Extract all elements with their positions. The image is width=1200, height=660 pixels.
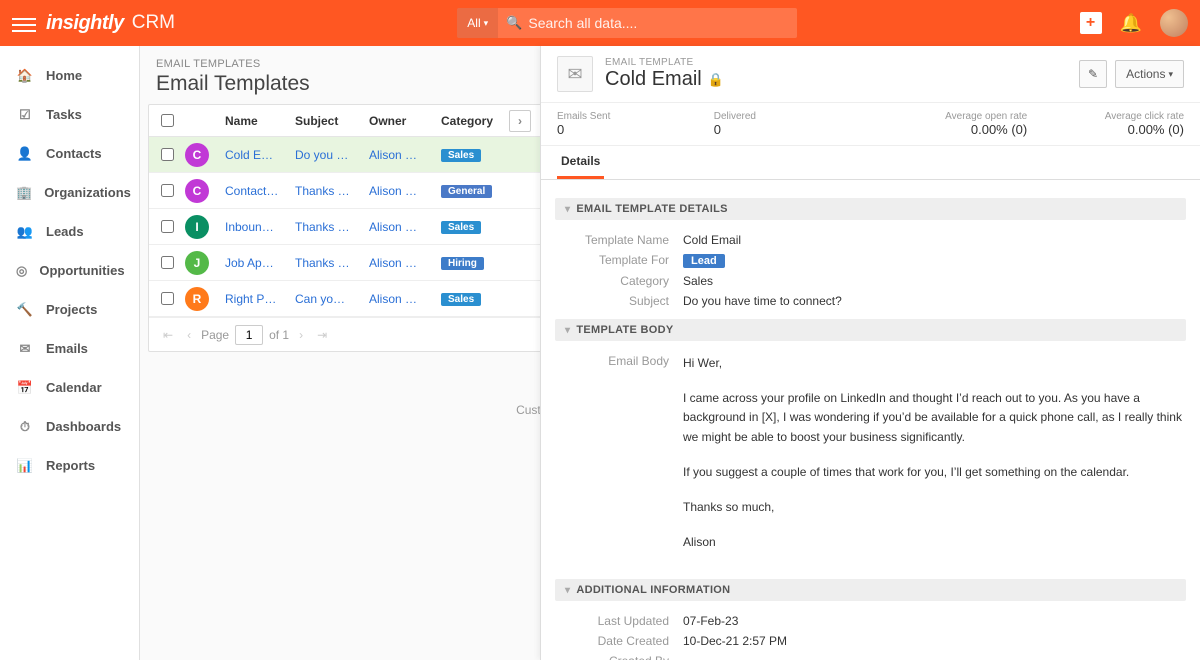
lock-icon: 🔒 xyxy=(708,72,724,88)
home-icon: 🏠 xyxy=(16,67,34,85)
gauge-icon: ⏱ xyxy=(16,418,34,436)
nav-opportunities[interactable]: ◎Opportunities xyxy=(0,251,139,290)
check-icon: ☑ xyxy=(16,106,34,124)
envelope-icon: ✉ xyxy=(557,56,593,92)
pager-prev[interactable]: ‹ xyxy=(183,326,195,344)
chevron-down-icon: ▾ xyxy=(484,18,489,29)
nav-projects[interactable]: 🔨Projects xyxy=(0,290,139,329)
row-checkbox[interactable] xyxy=(161,148,174,161)
row-subject[interactable]: Do you … xyxy=(295,148,369,162)
category-pill: Hiring xyxy=(441,257,484,270)
search-scope-button[interactable]: All ▾ xyxy=(457,8,498,38)
tab-details[interactable]: Details xyxy=(557,146,604,179)
category-pill: General xyxy=(441,185,492,198)
nav-emails[interactable]: ✉Emails xyxy=(0,329,139,368)
nav-leads[interactable]: 👥Leads xyxy=(0,212,139,251)
stats-row: Emails Sent0 Delivered0 Average open rat… xyxy=(541,103,1200,146)
chart-icon: 📊 xyxy=(16,457,34,475)
detail-title: Cold Email🔒 xyxy=(605,68,1067,91)
row-avatar: R xyxy=(185,287,209,311)
col-category[interactable]: Category xyxy=(441,114,505,128)
detail-kicker: EMAIL TEMPLATE xyxy=(605,57,1067,68)
row-avatar: I xyxy=(185,215,209,239)
edit-button[interactable]: ✎ xyxy=(1079,60,1107,88)
row-checkbox[interactable] xyxy=(161,184,174,197)
row-owner[interactable]: Alison … xyxy=(369,256,441,270)
section-additional[interactable]: ▾ADDITIONAL INFORMATION xyxy=(555,579,1186,601)
row-owner[interactable]: Alison … xyxy=(369,148,441,162)
row-avatar: J xyxy=(185,251,209,275)
row-owner[interactable]: Alison … xyxy=(369,292,441,306)
target-icon: ◎ xyxy=(16,262,27,280)
bell-icon[interactable]: 🔔 xyxy=(1120,13,1142,34)
col-owner[interactable]: Owner xyxy=(369,114,441,128)
nav-home[interactable]: 🏠Home xyxy=(0,56,139,95)
chevron-down-icon: ▾ xyxy=(565,325,570,336)
row-subject[interactable]: Thanks … xyxy=(295,184,369,198)
select-all-checkbox[interactable] xyxy=(161,114,174,127)
nav-organizations[interactable]: 🏢Organizations xyxy=(0,173,139,212)
section-body[interactable]: ▾TEMPLATE BODY xyxy=(555,319,1186,341)
product-name: CRM xyxy=(132,12,175,34)
envelope-icon: ✉ xyxy=(16,340,34,358)
nav-contacts[interactable]: 👤Contacts xyxy=(0,134,139,173)
row-subject[interactable]: Thanks … xyxy=(295,220,369,234)
chevron-down-icon: ▾ xyxy=(565,204,570,215)
brand-logo: insightly xyxy=(46,12,124,35)
page-number-input[interactable] xyxy=(235,325,263,345)
pager-next[interactable]: › xyxy=(295,326,307,344)
row-subject[interactable]: Can yo… xyxy=(295,292,369,306)
contact-icon: 👤 xyxy=(16,145,34,163)
chevron-down-icon: ▾ xyxy=(1168,69,1173,80)
row-name[interactable]: Job Ap… xyxy=(221,256,295,270)
nav-calendar[interactable]: 📅Calendar xyxy=(0,368,139,407)
sidebar: 🏠Home ☑Tasks 👤Contacts 🏢Organizations 👥L… xyxy=(0,46,140,660)
category-pill: Sales xyxy=(441,221,481,234)
calendar-icon: 📅 xyxy=(16,379,34,397)
row-owner[interactable]: Alison … xyxy=(369,184,441,198)
row-name[interactable]: Right P… xyxy=(221,292,295,306)
row-name[interactable]: Contact… xyxy=(221,184,295,198)
pencil-icon: ✎ xyxy=(1088,67,1098,81)
category-pill: Sales xyxy=(441,293,481,306)
menu-icon[interactable] xyxy=(12,14,36,32)
expand-button[interactable]: › xyxy=(509,110,531,132)
user-avatar[interactable] xyxy=(1160,9,1188,37)
nav-reports[interactable]: 📊Reports xyxy=(0,446,139,485)
section-details[interactable]: ▾EMAIL TEMPLATE DETAILS xyxy=(555,198,1186,220)
global-search: All ▾ 🔍 xyxy=(457,8,797,38)
search-icon: 🔍 xyxy=(506,15,522,31)
lead-pill: Lead xyxy=(683,254,725,268)
add-button[interactable]: + xyxy=(1080,12,1102,34)
col-name[interactable]: Name xyxy=(221,114,295,128)
row-name[interactable]: Inboun… xyxy=(221,220,295,234)
row-avatar: C xyxy=(185,179,209,203)
row-owner[interactable]: Alison … xyxy=(369,220,441,234)
row-subject[interactable]: Thanks … xyxy=(295,256,369,270)
hammer-icon: 🔨 xyxy=(16,301,34,319)
chevron-down-icon: ▾ xyxy=(565,585,570,596)
building-icon: 🏢 xyxy=(16,184,32,202)
actions-button[interactable]: Actions ▾ xyxy=(1115,60,1184,88)
nav-dashboards[interactable]: ⏱Dashboards xyxy=(0,407,139,446)
pager-first[interactable]: ⇤ xyxy=(159,326,177,344)
row-name[interactable]: Cold E… xyxy=(221,148,295,162)
email-body: Hi Wer, I came across your profile on Li… xyxy=(683,354,1186,568)
topbar: insightly CRM All ▾ 🔍 + 🔔 xyxy=(0,0,1200,46)
people-icon: 👥 xyxy=(16,223,34,241)
pager-last[interactable]: ⇥ xyxy=(313,326,331,344)
row-checkbox[interactable] xyxy=(161,292,174,305)
row-checkbox[interactable] xyxy=(161,256,174,269)
nav-tasks[interactable]: ☑Tasks xyxy=(0,95,139,134)
search-input[interactable] xyxy=(528,15,748,31)
category-pill: Sales xyxy=(441,149,481,162)
detail-panel: ✉ EMAIL TEMPLATE Cold Email🔒 ✎ Actions ▾… xyxy=(540,46,1200,660)
row-avatar: C xyxy=(185,143,209,167)
main-content: EMAIL TEMPLATES Email Templates Name Sub… xyxy=(140,46,1200,660)
row-checkbox[interactable] xyxy=(161,220,174,233)
col-subject[interactable]: Subject xyxy=(295,114,369,128)
